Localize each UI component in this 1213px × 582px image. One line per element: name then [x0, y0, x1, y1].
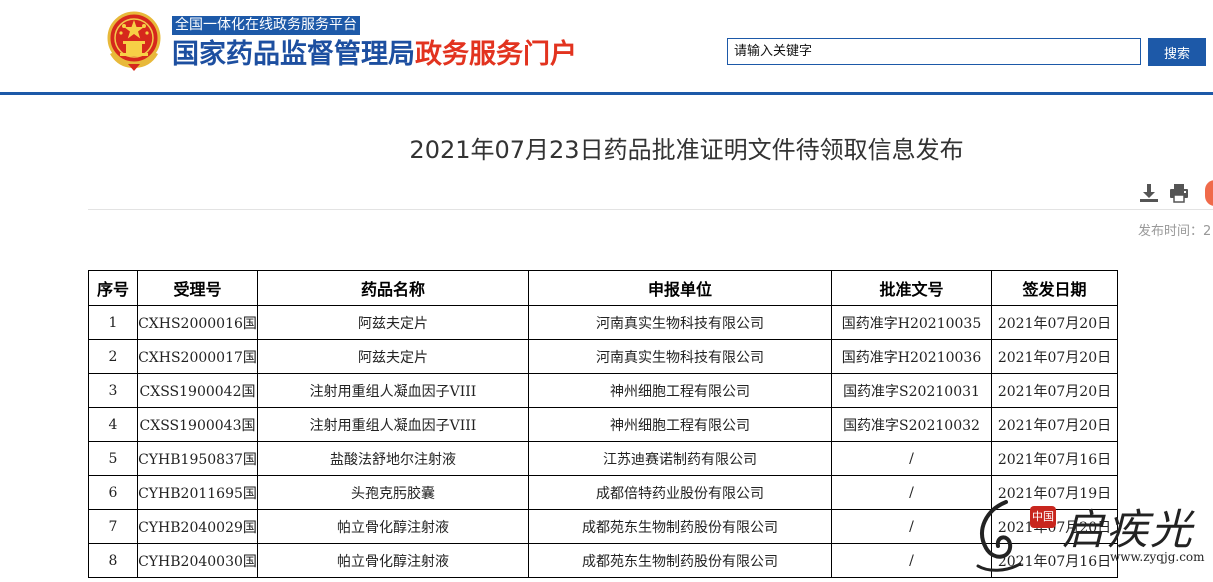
col-header-approval-no: 批准文号 [831, 270, 992, 306]
content-divider [88, 209, 1213, 210]
col-header-drug-name: 药品名称 [257, 270, 529, 306]
platform-subtitle: 全国一体化在线政务服务平台 [172, 16, 360, 35]
publish-time: 发布时间：2 [1138, 224, 1212, 239]
watermark-brand: 启疾光 [1062, 505, 1195, 554]
cell-applicant: 成都苑东生物制药股份有限公司 [528, 509, 832, 544]
watermark-seal: 中国 [1030, 506, 1056, 528]
cell-drug-name: 注射用重组人凝血因子VIII [257, 373, 529, 408]
table-row: 4 CXSS1900043国 注射用重组人凝血因子VIII 神州细胞工程有限公司… [88, 407, 1118, 442]
col-header-applicant: 申报单位 [528, 270, 832, 306]
cell-index: 7 [88, 509, 138, 544]
print-icon[interactable] [1168, 182, 1190, 204]
cell-drug-name: 头孢克肟胶囊 [257, 475, 529, 510]
cell-applicant: 神州细胞工程有限公司 [528, 407, 832, 442]
watermark-seal-text: 中国 [1032, 510, 1054, 523]
cell-accept-no: CYHB2011695国 [137, 475, 258, 510]
watermark-url: www.zyqjg.com [1110, 550, 1205, 564]
site-title-main: 国家药品监督管理局 [172, 39, 415, 70]
cell-accept-no: CYHB1950837国 [137, 441, 258, 476]
cell-accept-no: CYHB2040029国 [137, 509, 258, 544]
cell-applicant: 河南真实生物科技有限公司 [528, 305, 832, 340]
cell-applicant: 神州细胞工程有限公司 [528, 373, 832, 408]
cell-drug-name: 帕立骨化醇注射液 [257, 509, 529, 544]
cell-approval-no: / [831, 441, 992, 476]
table-row: 2 CXHS2000017国 阿兹夫定片 河南真实生物科技有限公司 国药准字H2… [88, 339, 1118, 374]
cell-drug-name: 阿兹夫定片 [257, 305, 529, 340]
cell-applicant: 成都倍特药业股份有限公司 [528, 475, 832, 510]
cell-issue-date: 2021年07月20日 [991, 373, 1118, 408]
cell-index: 1 [88, 305, 138, 340]
cell-accept-no: CXHS2000016国 [137, 305, 258, 340]
page-title: 2021年07月23日药品批准证明文件待领取信息发布 [409, 136, 964, 164]
cell-drug-name: 阿兹夫定片 [257, 339, 529, 374]
download-icon[interactable] [1138, 182, 1160, 204]
site-header: 全国一体化在线政务服务平台 国家药品监督管理局政务服务门户 搜索 [0, 0, 1213, 96]
cell-accept-no: CXHS2000017国 [137, 339, 258, 374]
cell-index: 4 [88, 407, 138, 442]
cell-applicant: 江苏迪赛诺制药有限公司 [528, 441, 832, 476]
cell-issue-date: 2021年07月20日 [991, 339, 1118, 374]
header-divider [0, 92, 1213, 95]
watermark-swirl-icon [976, 500, 1022, 572]
cell-index: 2 [88, 339, 138, 374]
cell-drug-name: 帕立骨化醇注射液 [257, 543, 529, 578]
watermark-logo: 中国 启疾光 www.zyqjg.com [960, 488, 1213, 582]
cell-approval-no: 国药准字H20210036 [831, 339, 992, 374]
table-row: 5 CYHB1950837国 盐酸法舒地尔注射液 江苏迪赛诺制药有限公司 / 2… [88, 441, 1118, 476]
col-header-index: 序号 [88, 270, 138, 306]
cell-drug-name: 注射用重组人凝血因子VIII [257, 407, 529, 442]
site-title[interactable]: 国家药品监督管理局政务服务门户 [172, 38, 577, 72]
search-input[interactable] [727, 38, 1141, 65]
cell-issue-date: 2021年07月16日 [991, 441, 1118, 476]
cell-accept-no: CXSS1900043国 [137, 407, 258, 442]
cell-approval-no: 国药准字S20210031 [831, 373, 992, 408]
cell-approval-no: 国药准字H20210035 [831, 305, 992, 340]
share-icon[interactable] [1205, 180, 1213, 206]
cell-index: 5 [88, 441, 138, 476]
col-header-accept-no: 受理号 [137, 270, 258, 306]
cell-drug-name: 盐酸法舒地尔注射液 [257, 441, 529, 476]
table-header-row: 序号 受理号 药品名称 申报单位 批准文号 签发日期 [88, 270, 1118, 306]
cell-accept-no: CXSS1900042国 [137, 373, 258, 408]
cell-applicant: 成都苑东生物制药股份有限公司 [528, 543, 832, 578]
search-button[interactable]: 搜索 [1148, 38, 1206, 66]
cell-index: 8 [88, 543, 138, 578]
cell-accept-no: CYHB2040030国 [137, 543, 258, 578]
cell-applicant: 河南真实生物科技有限公司 [528, 339, 832, 374]
site-title-portal: 政务服务门户 [415, 39, 577, 70]
cell-issue-date: 2021年07月20日 [991, 407, 1118, 442]
cell-issue-date: 2021年07月20日 [991, 305, 1118, 340]
table-row: 1 CXHS2000016国 阿兹夫定片 河南真实生物科技有限公司 国药准字H2… [88, 305, 1118, 340]
cell-approval-no: 国药准字S20210032 [831, 407, 992, 442]
col-header-issue-date: 签发日期 [991, 270, 1118, 306]
cell-index: 6 [88, 475, 138, 510]
national-emblem-icon [107, 11, 161, 71]
table-row: 3 CXSS1900042国 注射用重组人凝血因子VIII 神州细胞工程有限公司… [88, 373, 1118, 408]
cell-index: 3 [88, 373, 138, 408]
